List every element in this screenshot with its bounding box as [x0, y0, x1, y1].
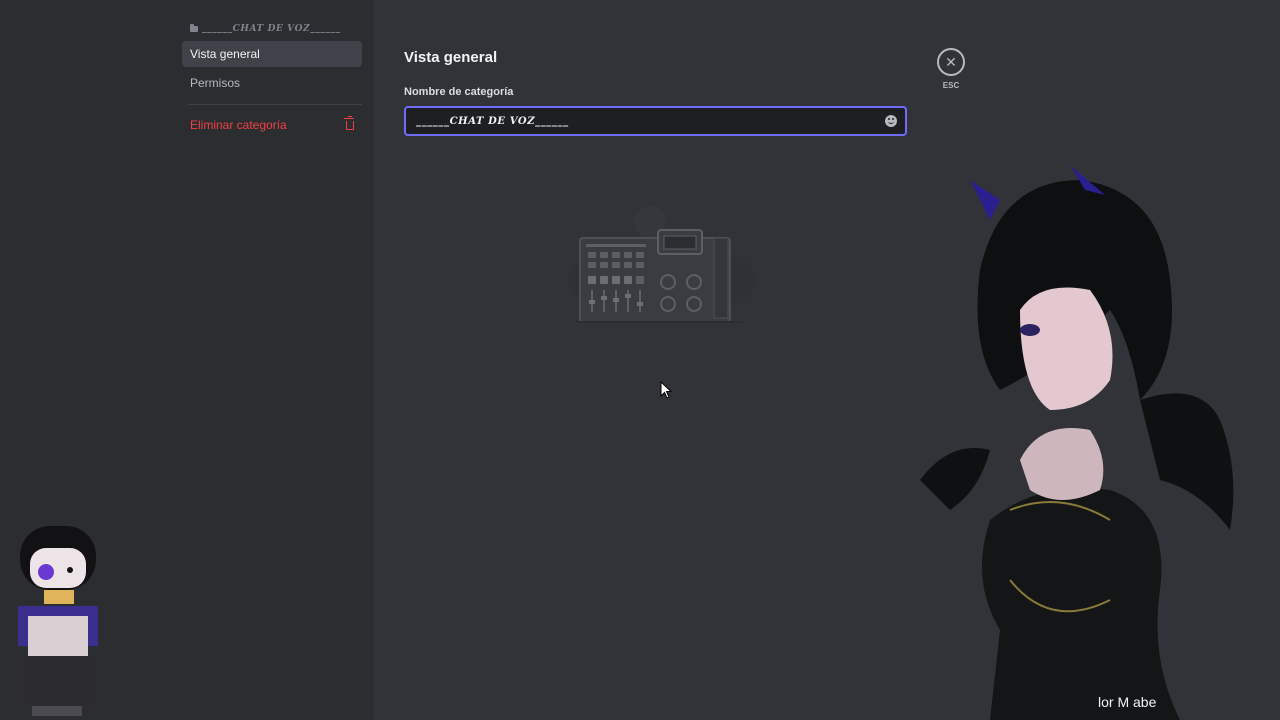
- category-name-label: Nombre de categoría: [404, 86, 514, 98]
- category-name-input[interactable]: [414, 114, 885, 128]
- sidebar-item-overview[interactable]: Vista general: [182, 41, 362, 67]
- close-settings[interactable]: ✕ ESC: [936, 48, 966, 90]
- category-name-field[interactable]: [404, 106, 907, 136]
- sidebar-item-label: Permisos: [190, 76, 241, 90]
- emoji-icon[interactable]: [885, 115, 897, 127]
- trash-icon: [344, 115, 354, 130]
- mouse-cursor-icon: [660, 381, 672, 399]
- delete-category-label: Eliminar categoría: [190, 118, 287, 132]
- close-icon[interactable]: ✕: [937, 48, 965, 76]
- sidebar-category-header: ______CHAT DE VOZ______: [190, 24, 341, 34]
- pixel-avatar: [18, 526, 98, 716]
- sidebar-item-label: Vista general: [190, 47, 260, 61]
- page-title: Vista general: [404, 49, 498, 66]
- sidebar-divider: [188, 104, 362, 105]
- mixer-illustration: [567, 206, 757, 323]
- vtuber-avatar: [920, 165, 1234, 720]
- folder-icon: [190, 24, 198, 32]
- sidebar-item-permissions[interactable]: Permisos: [182, 70, 362, 96]
- overlay-caption: lor M abe: [1098, 694, 1157, 710]
- sidebar-category-name: ______CHAT DE VOZ______: [202, 24, 341, 34]
- esc-label: ESC: [942, 81, 960, 90]
- delete-category-button[interactable]: Eliminar categoría: [182, 112, 362, 138]
